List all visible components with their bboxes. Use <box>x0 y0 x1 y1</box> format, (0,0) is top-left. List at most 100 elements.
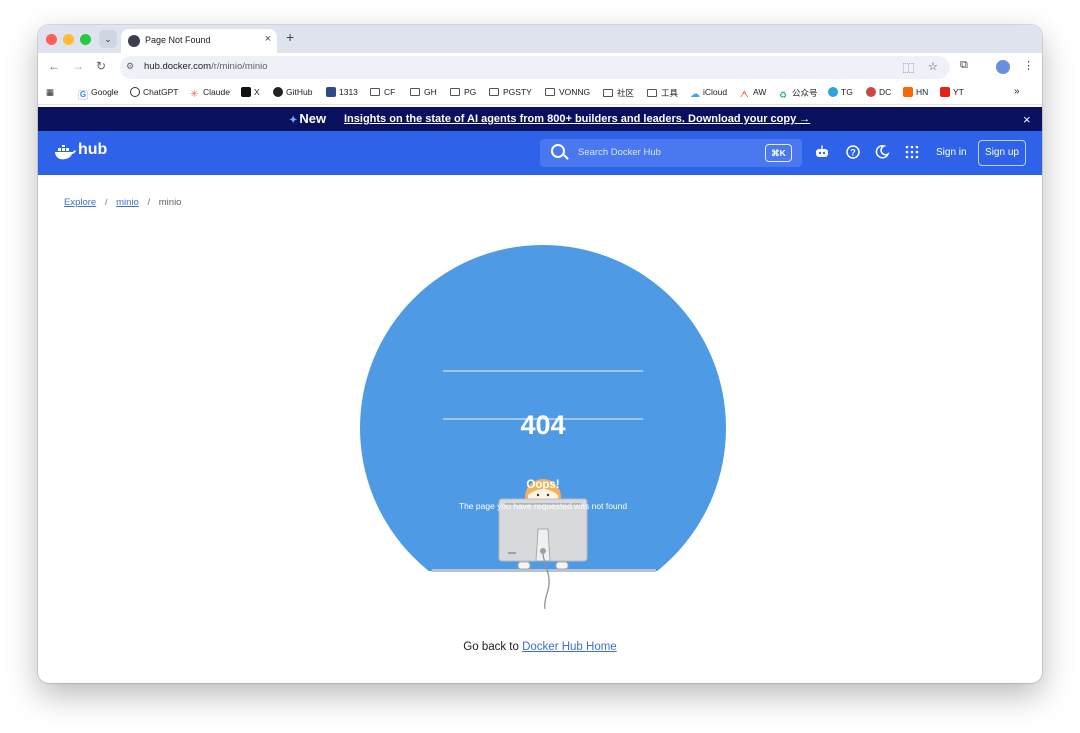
sign-up-button[interactable]: Sign up <box>978 140 1026 166</box>
breadcrumb-explore[interactable]: Explore <box>64 197 96 208</box>
folder-icon <box>545 88 555 96</box>
bookmark-google[interactable]: G Google <box>78 87 118 100</box>
minimize-window-button[interactable] <box>63 34 74 45</box>
folder-icon <box>450 88 460 96</box>
telegram-icon <box>828 87 838 97</box>
error-illustration: 404 Oops! The page you have requested wa… <box>360 245 726 611</box>
tab-strip: ⌄ Page Not Found × + <box>38 25 1042 53</box>
bookmark-gh[interactable]: GH <box>410 87 437 97</box>
error-code: 404 <box>520 410 566 440</box>
breadcrumb: Explore / minio / minio <box>64 197 181 208</box>
bookmark-cf[interactable]: CF <box>370 87 395 97</box>
bookmark-tg[interactable]: TG <box>828 87 853 97</box>
forward-arrow-icon[interactable]: → <box>72 59 84 73</box>
folder-icon <box>603 89 613 97</box>
apps-grid-menu-icon[interactable] <box>904 144 920 160</box>
sparkle-icon: ✦ <box>289 115 298 126</box>
moon-icon <box>875 145 890 159</box>
bookmark-github[interactable]: GitHub <box>273 87 312 97</box>
browser-toolbar: ← → ↻ ⚙ hub.docker.com/r/minio/minio ⿰ ☆… <box>38 53 1042 82</box>
search-shortcut-badge: ⌘K <box>765 144 792 162</box>
claude-icon: ✳ <box>190 89 199 100</box>
hub-header: hub Search Docker Hub ⌘K ? Sign in Sign … <box>38 131 1042 175</box>
close-window-button[interactable] <box>46 34 57 45</box>
close-banner-icon[interactable]: × <box>1023 112 1031 127</box>
bookmark-dc[interactable]: DC <box>866 87 891 97</box>
tab-search-chevron-icon[interactable]: ⌄ <box>99 30 117 48</box>
bookmark-icloud[interactable]: ☁ iCloud <box>690 87 727 100</box>
grid-dots-icon <box>905 145 919 159</box>
promo-banner: ✦ New Insights on the state of AI agents … <box>38 107 1042 131</box>
back-arrow-icon[interactable]: ← <box>48 59 60 73</box>
search-icon <box>551 144 565 158</box>
breadcrumb-namespace[interactable]: minio <box>116 197 139 208</box>
github-icon <box>273 87 283 97</box>
bookmark-x[interactable]: X <box>241 87 260 97</box>
browser-window: ⌄ Page Not Found × + ← → ↻ ⚙ hub.docker.… <box>38 25 1042 683</box>
folder-icon <box>410 88 420 96</box>
logo-text: hub <box>78 141 108 158</box>
robot-icon <box>816 145 828 157</box>
google-icon: G <box>78 90 88 100</box>
new-tab-button[interactable]: + <box>286 29 294 45</box>
youtube-icon <box>940 87 950 97</box>
breadcrumb-separator: / <box>147 197 151 208</box>
bookmark-tools[interactable]: 工具 <box>647 87 678 99</box>
bookmark-star-icon[interactable]: ☆ <box>928 60 938 73</box>
new-badge: ✦ New <box>289 111 327 126</box>
docker-favicon-icon <box>128 35 140 47</box>
maximize-window-button[interactable] <box>80 34 91 45</box>
bookmark-community[interactable]: 社区 <box>603 87 634 99</box>
bookmark-yt[interactable]: YT <box>940 87 964 97</box>
cloud-icon: ☁ <box>690 89 700 100</box>
bookmark-pgsty[interactable]: PGSTY <box>489 87 532 97</box>
folder-icon <box>489 88 499 96</box>
folder-icon <box>647 89 657 97</box>
promo-link[interactable]: Insights on the state of AI agents from … <box>344 113 810 125</box>
help-icon[interactable]: ? <box>845 144 861 160</box>
question-circle-icon: ? <box>846 145 860 159</box>
search-placeholder: Search Docker Hub <box>578 147 661 158</box>
go-back-prefix: Go back to <box>463 641 519 653</box>
dc-icon <box>866 87 876 97</box>
site-info-icon[interactable]: ⚙ <box>126 61 134 72</box>
bookmark-hn[interactable]: HN <box>903 87 928 97</box>
bookmark-claude[interactable]: ✳ Claude <box>190 87 230 100</box>
reload-icon[interactable]: ↻ <box>96 59 106 73</box>
gordon-ai-icon[interactable] <box>814 144 830 160</box>
translate-icon[interactable]: ⿰ <box>903 60 914 76</box>
main-content: Explore / minio / minio 404 Oops! The pa… <box>38 175 1042 683</box>
browser-menu-icon[interactable]: ⋮ <box>1023 59 1034 72</box>
screen: ⌄ Page Not Found × + ← → ↻ ⚙ hub.docker.… <box>0 0 1080 733</box>
address-bar[interactable]: ⚙ hub.docker.com/r/minio/minio ⿰ ☆ <box>120 56 950 79</box>
bookmarks-overflow-button[interactable]: » <box>1014 86 1020 97</box>
bookmarks-bar: ▦ G Google ChatGPT ✳ Claude X GitHub 1313 … <box>38 82 1042 105</box>
x-icon <box>241 87 251 97</box>
breadcrumb-current: minio <box>158 197 182 208</box>
tab-title: Page Not Found <box>145 35 211 45</box>
bookmark-vonng[interactable]: VONNG <box>545 87 590 97</box>
sign-in-link[interactable]: Sign in <box>936 147 967 158</box>
bookmark-aw[interactable]: ᗅ AW <box>740 87 766 99</box>
extensions-icon[interactable]: ⧉ <box>960 59 968 72</box>
bookmark-1313[interactable]: 1313 <box>326 87 358 97</box>
url-text[interactable]: hub.docker.com/r/minio/minio <box>144 61 268 72</box>
search-input[interactable]: Search Docker Hub ⌘K <box>540 139 802 167</box>
docker-hub-logo[interactable]: hub <box>54 141 124 163</box>
bookmark-official-account[interactable]: ♻ 公众号 <box>779 87 818 100</box>
aw-icon: ᗅ <box>740 89 749 99</box>
theme-toggle-icon[interactable] <box>874 144 890 160</box>
recycle-icon: ♻ <box>779 90 788 100</box>
bookmark-pg[interactable]: PG <box>450 87 476 97</box>
folder-icon <box>370 88 380 96</box>
bookmark-chatgpt[interactable]: ChatGPT <box>130 87 178 97</box>
go-back-line: Go back to Docker Hub Home <box>38 641 1042 653</box>
browser-tab[interactable]: Page Not Found × <box>121 29 277 53</box>
apps-grid-icon[interactable]: ▦ <box>46 87 54 98</box>
close-tab-icon[interactable]: × <box>265 33 271 45</box>
svg-text:?: ? <box>850 148 856 158</box>
docker-hub-home-link[interactable]: Docker Hub Home <box>522 641 617 653</box>
chatgpt-icon <box>130 87 140 97</box>
hackernews-icon <box>903 87 913 97</box>
profile-avatar[interactable] <box>996 60 1010 74</box>
